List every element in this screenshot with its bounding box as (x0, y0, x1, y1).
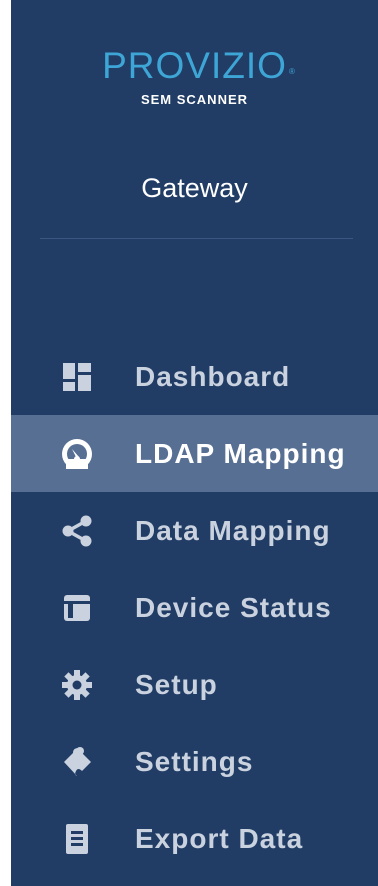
logo-subtitle: SEM SCANNER (140, 92, 249, 107)
sidebar-item-label: Device Status (135, 591, 332, 623)
sidebar-item-label: Settings (135, 745, 254, 777)
sidebar-item-data-mapping[interactable]: Data Mapping (11, 492, 378, 569)
sidebar-item-setup[interactable]: Setup (11, 646, 378, 723)
logo-wordmark: PROVIZIO ® (102, 44, 295, 88)
share-icon (60, 514, 94, 548)
ldap-gauge-icon (60, 437, 94, 471)
sidebar-item-export-data[interactable]: Export Data (11, 800, 378, 877)
sidebar-item-dashboard[interactable]: Dashboard (11, 338, 378, 415)
sidebar-nav: Dashboard LDAP Mapping Data Mapping Devi… (11, 338, 378, 877)
logo-text: PROVIZIO (102, 45, 287, 86)
sidebar-item-ldap-mapping[interactable]: LDAP Mapping (11, 415, 378, 492)
gear-icon (60, 668, 94, 702)
sidebar-item-device-status[interactable]: Device Status (11, 569, 378, 646)
divider (40, 238, 353, 239)
registered-mark: ® (289, 67, 296, 76)
document-icon (60, 822, 94, 856)
puzzle-icon (60, 745, 94, 779)
layout-icon (60, 591, 94, 625)
sidebar-item-label: Dashboard (135, 360, 291, 392)
brand-logo[interactable]: PROVIZIO ® SEM SCANNER (11, 44, 378, 108)
dashboard-icon (60, 360, 94, 394)
sidebar-item-label: Data Mapping (135, 514, 331, 546)
sidebar-item-settings[interactable]: Settings (11, 723, 378, 800)
sidebar-item-label: Export Data (135, 822, 304, 854)
sidebar-item-label: LDAP Mapping (135, 437, 346, 469)
sidebar: PROVIZIO® SEM SCANNER Gateway Dashboard (11, 0, 378, 886)
sidebar-item-label: Setup (135, 668, 218, 700)
gateway-title: Gateway (141, 173, 248, 203)
